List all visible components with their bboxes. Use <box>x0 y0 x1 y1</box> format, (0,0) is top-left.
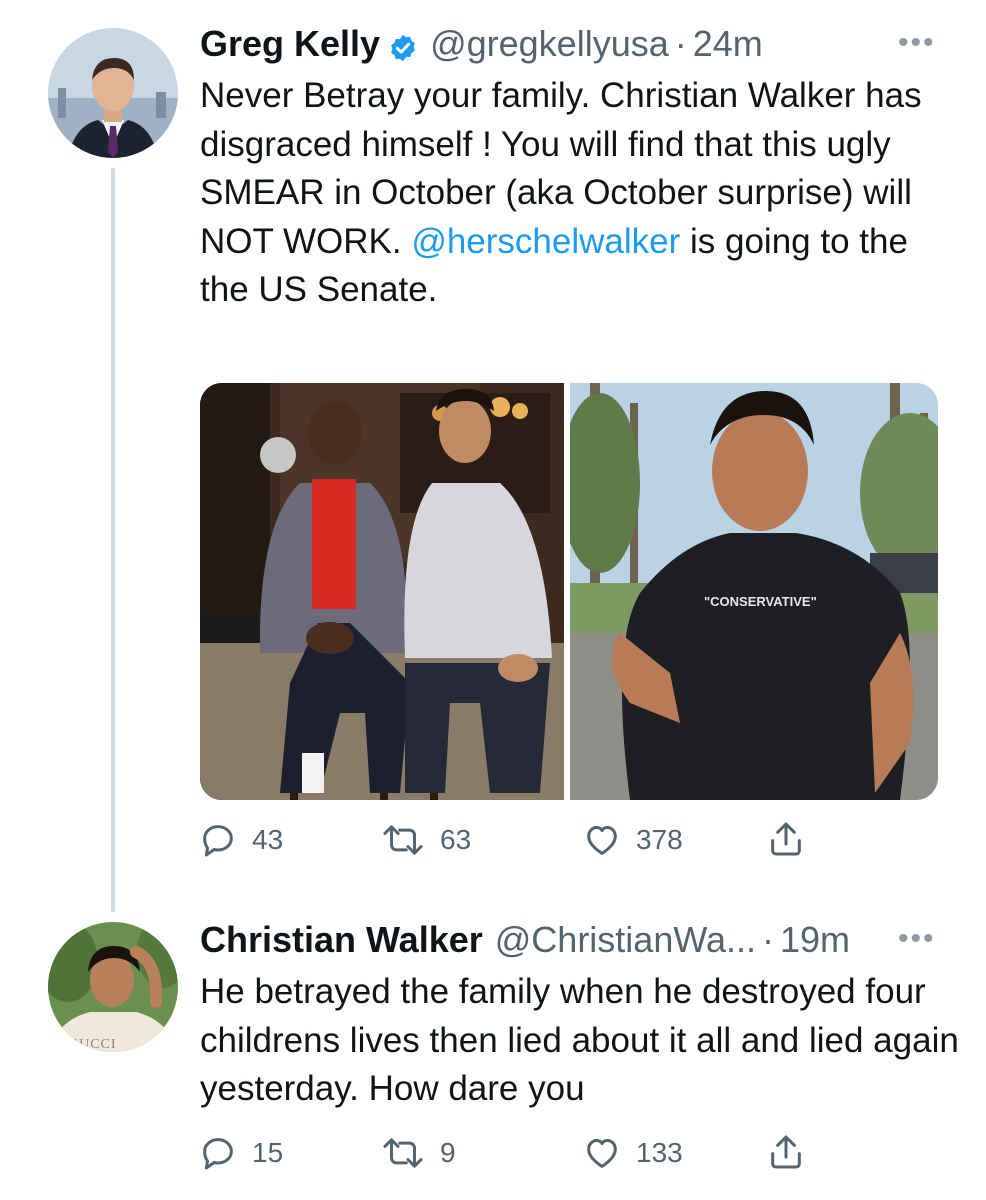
author-handle[interactable]: @ChristianWa... <box>495 918 756 962</box>
avatar-greg-kelly[interactable] <box>48 28 178 158</box>
more-icon[interactable]: ••• <box>898 26 936 60</box>
retweet-icon <box>380 820 426 860</box>
like-icon <box>582 820 622 860</box>
separator-dot: · <box>674 23 687 64</box>
reply-icon <box>198 820 238 860</box>
retweet-count: 9 <box>440 1137 456 1168</box>
share-icon <box>766 1131 806 1173</box>
retweet-icon <box>380 1133 426 1173</box>
share-button[interactable] <box>766 818 806 860</box>
share-icon <box>766 818 806 860</box>
tweet-timestamp[interactable]: 19m <box>780 918 850 962</box>
like-count: 378 <box>636 824 683 855</box>
tweet-1-header: Greg Kelly @gregkellyusa · 24m <box>200 22 763 66</box>
retweet-button[interactable]: 63 <box>380 820 471 860</box>
like-button[interactable]: 133 <box>582 1133 683 1173</box>
thread-connector-line <box>111 168 115 912</box>
reply-count: 43 <box>252 824 284 855</box>
retweet-count: 63 <box>440 824 472 855</box>
retweet-button[interactable]: 9 <box>380 1133 456 1173</box>
author-handle[interactable]: @gregkellyusa <box>430 22 669 66</box>
tweet-2-header: Christian Walker @ChristianWa... · 19m <box>200 918 850 962</box>
shirt-logo-text: GUCCI <box>68 1037 117 1052</box>
reply-icon <box>198 1133 238 1173</box>
author-name[interactable]: Greg Kelly <box>200 22 380 66</box>
author-name[interactable]: Christian Walker <box>200 918 483 962</box>
tweet-media[interactable]: "CONSERVATIVE" <box>200 383 938 800</box>
like-button[interactable]: 378 <box>582 820 683 860</box>
avatar-christian-walker[interactable]: GUCCI <box>48 922 178 1052</box>
separator-dot: · <box>762 919 775 960</box>
media-photo-conservative-shirt[interactable]: "CONSERVATIVE" <box>560 383 938 800</box>
reply-button[interactable]: 43 <box>198 820 283 860</box>
tweet-text: Never Betray your family. Christian Walk… <box>200 72 940 315</box>
tweet-text: He betrayed the family when he destroyed… <box>200 972 959 1108</box>
like-count: 133 <box>636 1137 683 1168</box>
more-icon[interactable]: ••• <box>898 922 936 956</box>
reply-button[interactable]: 15 <box>198 1133 283 1173</box>
verified-badge-icon <box>388 29 418 62</box>
tweet-timestamp[interactable]: 24m <box>693 22 763 66</box>
shirt-text: "CONSERVATIVE" <box>704 594 817 609</box>
media-photo-interview[interactable] <box>200 383 564 800</box>
like-icon <box>582 1133 622 1173</box>
share-button[interactable] <box>766 1131 806 1173</box>
reply-count: 15 <box>252 1137 284 1168</box>
mention-link[interactable]: @herschelwalker <box>411 222 680 261</box>
